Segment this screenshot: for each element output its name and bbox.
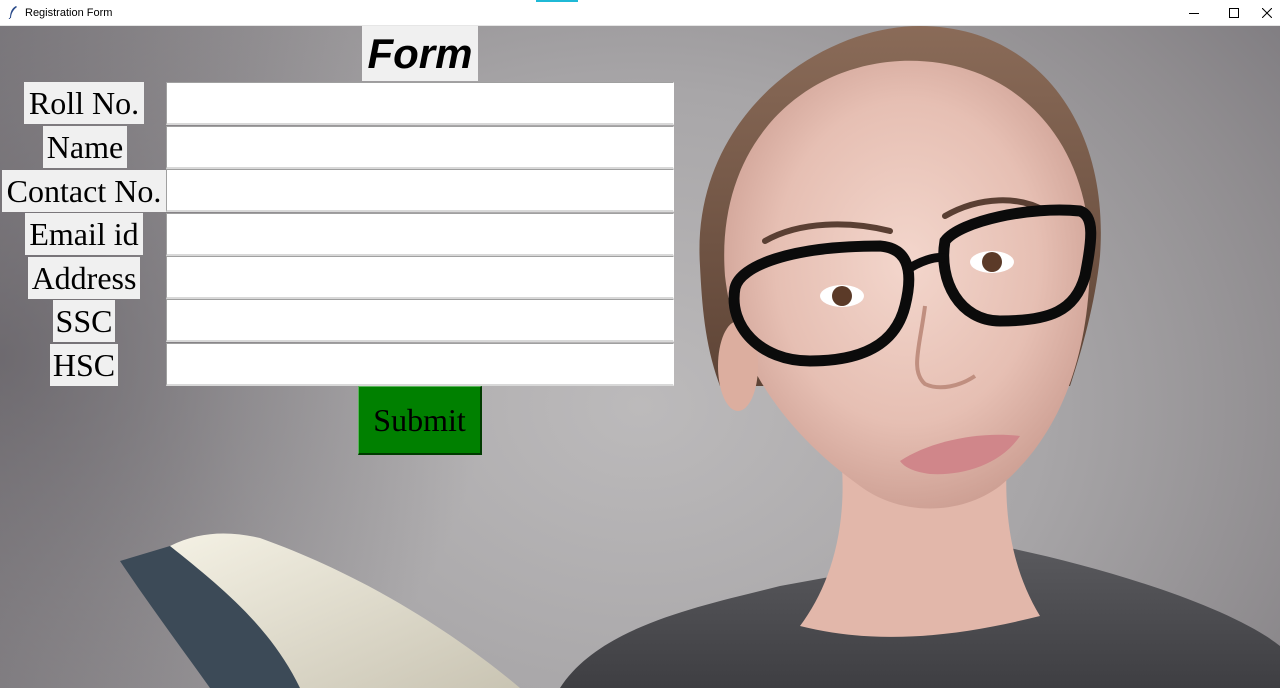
close-button[interactable]: [1254, 0, 1280, 26]
minimize-icon: [1189, 13, 1199, 14]
submit-button[interactable]: Submit: [358, 386, 482, 455]
address-input[interactable]: [166, 256, 674, 299]
maximize-icon: [1229, 8, 1239, 18]
label-roll-no: Roll No.: [24, 82, 144, 124]
label-name: Name: [43, 126, 127, 168]
feather-icon: [8, 6, 17, 19]
label-hsc: HSC: [50, 344, 118, 386]
roll-no-input[interactable]: [166, 82, 674, 125]
close-icon: [1262, 8, 1272, 18]
name-input[interactable]: [166, 126, 674, 169]
window-title: Registration Form: [25, 7, 113, 19]
label-contact-no: Contact No.: [2, 170, 166, 212]
email-id-input[interactable]: [166, 213, 674, 256]
label-ssc: SSC: [53, 300, 115, 342]
hsc-input[interactable]: [166, 343, 674, 386]
ssc-input[interactable]: [166, 299, 674, 342]
label-email-id: Email id: [25, 213, 143, 255]
maximize-button[interactable]: [1214, 0, 1254, 26]
taskbar-accent: [536, 0, 578, 2]
contact-no-input[interactable]: [166, 169, 674, 212]
app-window: Registration Form Form Roll No. Name Con…: [0, 0, 1280, 688]
title-bar[interactable]: Registration Form: [0, 0, 1280, 26]
minimize-button[interactable]: [1174, 0, 1214, 26]
label-address: Address: [28, 257, 140, 299]
form-heading: Form: [362, 26, 478, 81]
